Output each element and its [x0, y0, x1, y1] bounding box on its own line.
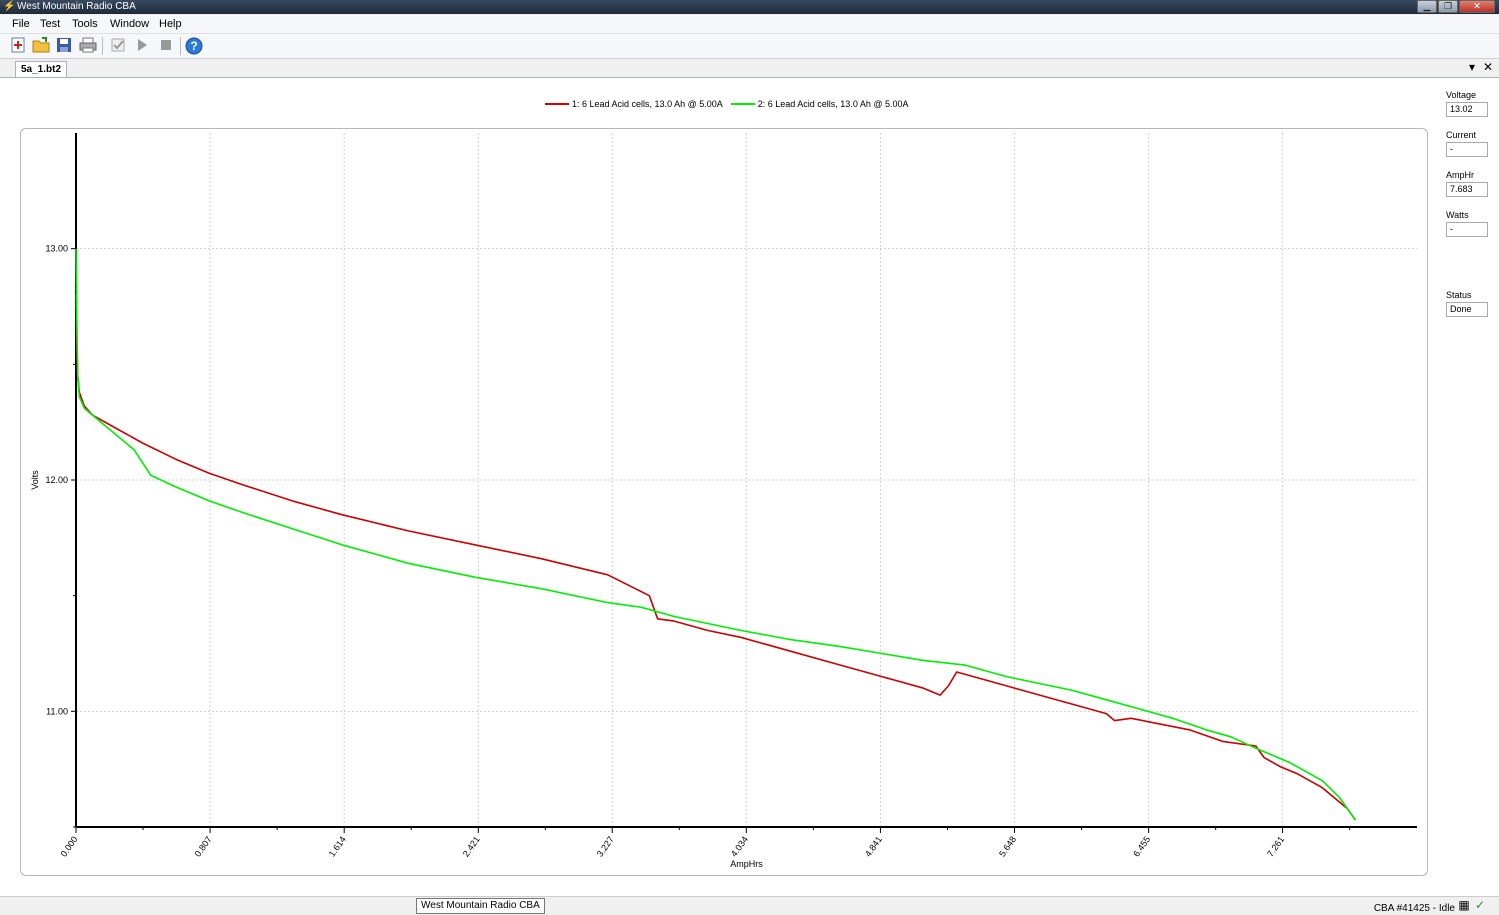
help-icon[interactable]: ?: [185, 37, 203, 55]
legend-label-2: 2: 6 Lead Acid cells, 13.0 Ah @ 5.00A: [757, 99, 909, 109]
legend-label-1: 1: 6 Lead Acid cells, 13.0 Ah @ 5.00A: [572, 99, 723, 109]
status-readout: Status Done: [1446, 290, 1488, 317]
minimize-button[interactable]: ▁: [1417, 0, 1437, 13]
voltage-value: 13.02: [1446, 102, 1488, 117]
amphr-label: AmpHr: [1446, 170, 1475, 180]
menu-bar: File Test Tools Window Help: [0, 15, 1499, 34]
watts-value: -: [1446, 222, 1488, 237]
app-icon: ⚡: [3, 1, 16, 12]
restore-button[interactable]: ❐: [1438, 0, 1458, 13]
save-icon[interactable]: [55, 37, 73, 55]
voltage-label: Voltage: [1446, 90, 1477, 100]
new-test-icon[interactable]: [9, 37, 27, 55]
menu-test[interactable]: Test: [40, 18, 60, 30]
device-icon: ▦: [1458, 898, 1470, 912]
toolbar-separator: [102, 37, 103, 55]
watts-label: Watts: [1446, 210, 1469, 220]
current-readout: Current -: [1446, 130, 1488, 157]
play-icon[interactable]: [133, 37, 151, 55]
legend-entry-1: 1: 6 Lead Acid cells, 13.0 Ah @ 5.00A: [545, 98, 723, 110]
window-title: West Mountain Radio CBA: [17, 1, 136, 12]
taskbar-tooltip: West Mountain Radio CBA: [416, 898, 545, 914]
current-label: Current: [1446, 130, 1477, 140]
tab-list-dropdown-icon[interactable]: ▾: [1469, 60, 1475, 75]
status-bar: [0, 896, 1499, 915]
toolbar: ?: [0, 34, 1499, 59]
menu-tools[interactable]: Tools: [72, 18, 98, 30]
print-icon[interactable]: [79, 37, 97, 55]
check-icon[interactable]: [109, 37, 127, 55]
window-controls: ▁ ❐ ✕: [1416, 0, 1495, 13]
menu-file[interactable]: File: [12, 18, 30, 30]
legend-swatch-2: [730, 103, 755, 105]
toolbar-separator: [180, 37, 181, 55]
current-value: -: [1446, 142, 1488, 157]
plot-frame: [20, 128, 1428, 876]
close-window-button[interactable]: ✕: [1459, 0, 1495, 13]
tab-close-icon[interactable]: ✕: [1483, 60, 1493, 75]
svg-text:?: ?: [190, 39, 197, 53]
connected-icon: ✓: [1474, 898, 1486, 912]
tab-document[interactable]: 5a_1.bt2: [15, 61, 68, 77]
status-label: Status: [1446, 290, 1472, 300]
open-folder-icon[interactable]: [32, 37, 50, 55]
amphr-readout: AmpHr 7.683: [1446, 170, 1488, 197]
menu-window[interactable]: Window: [110, 18, 149, 30]
document-tab-bar: 5a_1.bt2 ▾ ✕: [0, 59, 1499, 78]
legend-entry-2: 2: 6 Lead Acid cells, 13.0 Ah @ 5.00A: [730, 98, 909, 110]
device-status: CBA #41425 - Idle: [1373, 903, 1455, 914]
amphr-value: 7.683: [1446, 182, 1488, 197]
status-value: Done: [1446, 302, 1488, 317]
voltage-readout: Voltage 13.02: [1446, 90, 1488, 117]
stop-icon[interactable]: [157, 37, 175, 55]
watts-readout: Watts -: [1446, 210, 1488, 237]
menu-help[interactable]: Help: [159, 18, 182, 30]
legend-swatch-1: [545, 103, 569, 105]
chart-legend: 1: 6 Lead Acid cells, 13.0 Ah @ 5.00A 2:…: [545, 98, 917, 110]
window-titlebar: ⚡ West Mountain Radio CBA ▁ ❐ ✕: [0, 0, 1499, 14]
